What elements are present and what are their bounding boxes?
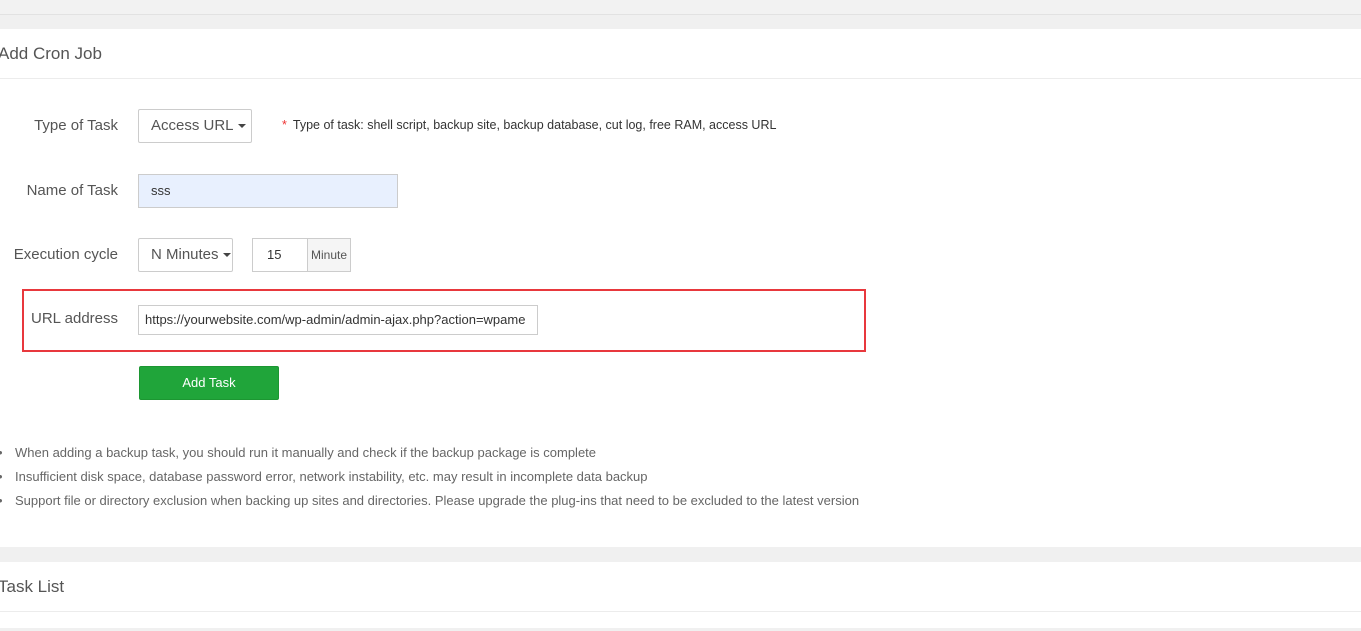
task-type-hint-text: Type of task: shell script, backup site,… <box>292 118 777 132</box>
task-type-value: Access URL <box>151 117 234 134</box>
name-of-task-label: Name of Task <box>26 182 118 199</box>
list-item: When adding a backup task, you should ru… <box>0 441 859 465</box>
panel-title: Add Cron Job <box>0 29 1361 79</box>
cycle-type-value: N Minutes <box>151 246 219 263</box>
list-item: Insufficient disk space, database passwo… <box>0 465 859 489</box>
task-list-panel: Task List <box>0 562 1361 628</box>
task-type-select[interactable]: Access URL <box>138 109 252 143</box>
add-cron-panel: Add Cron Job Type of Task Access URL * Ty… <box>0 29 1361 547</box>
execution-cycle-label: Execution cycle <box>13 246 118 263</box>
cycle-minutes-input[interactable]: 15 <box>252 238 308 272</box>
required-star: * <box>282 118 287 132</box>
cycle-type-select[interactable]: N Minutes <box>138 238 233 272</box>
caret-down-icon <box>222 253 231 258</box>
url-address-input[interactable]: https://yourwebsite.com/wp-admin/admin-a… <box>138 305 538 335</box>
task-name-input[interactable]: sss <box>138 174 398 208</box>
url-address-label: URL address <box>31 310 118 327</box>
cycle-unit-addon: Minute <box>307 238 351 272</box>
type-of-task-label: Type of Task <box>34 117 118 134</box>
panel-title: Task List <box>0 562 1361 612</box>
top-strip <box>0 0 1361 15</box>
add-task-button[interactable]: Add Task <box>139 366 279 400</box>
caret-down-icon <box>237 124 246 129</box>
list-item: Support file or directory exclusion when… <box>0 489 859 513</box>
notes-list: When adding a backup task, you should ru… <box>0 441 859 513</box>
task-type-hint: * Type of task: shell script, backup site… <box>282 118 776 132</box>
